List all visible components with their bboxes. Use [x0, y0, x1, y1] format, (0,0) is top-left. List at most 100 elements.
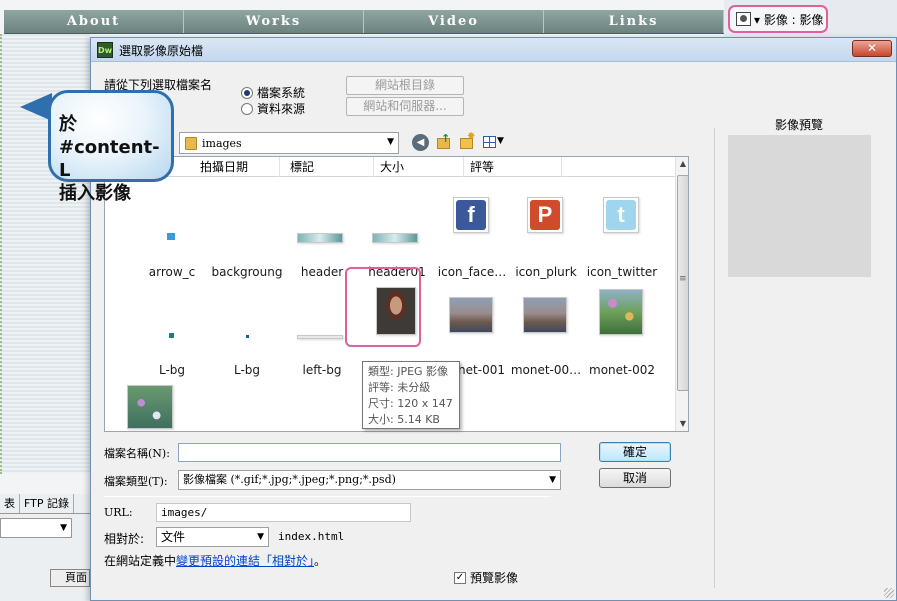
- nav-link-works[interactable]: Works: [184, 10, 364, 33]
- nav-link-about[interactable]: About: [4, 10, 184, 33]
- filetype-label: 檔案類型(T):: [104, 475, 168, 488]
- filename-input[interactable]: [178, 443, 561, 462]
- site-definition-line: 在網站定義中變更預設的連結「相對於」。: [104, 552, 326, 569]
- column-tags[interactable]: 標記: [284, 157, 374, 177]
- tooltip-dimensions: 尺寸: 120 x 147: [368, 397, 453, 410]
- file-item[interactable]: header: [285, 185, 359, 279]
- insert-image-label: ▾ 影像 : 影像: [754, 12, 824, 27]
- chevron-down-icon: ▼: [257, 532, 264, 542]
- facebook-icon: f: [453, 197, 489, 233]
- up-folder-icon[interactable]: ↑: [435, 132, 452, 151]
- file-thumbnail: [449, 297, 493, 333]
- file-thumbnail: [246, 335, 249, 338]
- back-icon[interactable]: ◀: [412, 134, 429, 151]
- panel-select[interactable]: ▼: [0, 518, 72, 538]
- site-root-button[interactable]: 網站根目錄: [346, 76, 464, 95]
- new-folder-icon[interactable]: ✸: [458, 131, 475, 151]
- page-button[interactable]: 頁面: [50, 569, 90, 587]
- annotation-callout: 於#content-L 插入影像: [48, 90, 174, 204]
- nav-link-links[interactable]: Links: [544, 10, 724, 33]
- url-input[interactable]: images/: [156, 503, 411, 522]
- files-panel: 表 FTP 記錄 ▼ 頁面: [0, 494, 90, 601]
- file-thumbnail: [297, 233, 343, 243]
- facebook-glyph: f: [456, 200, 486, 230]
- cancel-button[interactable]: 取消: [599, 468, 671, 488]
- file-item[interactable]: monet-00…: [509, 283, 583, 377]
- file-tooltip: 類型: JPEG 影像 評等: 未分級 尺寸: 120 x 147 大小: 5.…: [362, 361, 460, 429]
- preview-title: 影像預覽: [775, 118, 824, 132]
- file-thumbnail: [167, 233, 175, 240]
- filetype-select[interactable]: 影像檔案 (*.gif;*.jpg;*.jpeg;*.png;*.psd) ▼: [178, 470, 561, 490]
- tab-table[interactable]: 表: [0, 494, 20, 513]
- file-name: icon_twitter: [586, 265, 658, 279]
- filetype-value: 影像檔案 (*.gif;*.jpg;*.jpeg;*.png;*.psd): [183, 473, 396, 486]
- tooltip-type: 類型: JPEG 影像: [368, 365, 449, 378]
- dialog-titlebar[interactable]: Dw 選取影像原始檔 ✕: [91, 38, 896, 62]
- file-item[interactable]: backgroung: [210, 185, 284, 279]
- twitter-glyph: t: [606, 200, 636, 230]
- look-in-select[interactable]: images ▼: [179, 132, 399, 154]
- file-item[interactable]: monet-001: [435, 283, 509, 377]
- file-name: backgroung: [211, 265, 283, 279]
- file-name: L-bg: [158, 363, 186, 377]
- file-item[interactable]: monet-002: [585, 283, 659, 377]
- selected-file-highlight: [345, 267, 421, 347]
- site-def-prefix: 在網站定義中: [104, 554, 177, 568]
- column-rating[interactable]: 評等: [464, 157, 562, 177]
- file-item[interactable]: header01: [360, 185, 434, 279]
- vertical-scrollbar[interactable]: ▲ ▼: [675, 157, 688, 431]
- radio-filesystem-row[interactable]: 檔案系統: [241, 84, 305, 101]
- select-image-source-dialog: Dw 選取影像原始檔 ✕ 請從下列選取檔案名 檔案系統 資料來源 網站根目錄 網…: [90, 37, 897, 601]
- radio-datasource[interactable]: [241, 102, 253, 115]
- insert-image-button[interactable]: ▾ 影像 : 影像: [728, 5, 828, 33]
- file-name: icon_face…: [437, 265, 507, 279]
- scroll-down-icon[interactable]: ▼: [676, 417, 688, 431]
- radio-filesystem[interactable]: [241, 86, 253, 99]
- file-item[interactable]: Picon_plurk: [509, 185, 583, 279]
- file-item[interactable]: t icon_twitter: [585, 185, 659, 279]
- relative-to-select[interactable]: 文件 ▼: [156, 527, 269, 547]
- divider: [104, 496, 551, 497]
- filename-label: 檔案名稱(N):: [104, 447, 170, 460]
- tooltip-rating: 評等: 未分級: [368, 381, 431, 394]
- url-label: URL:: [104, 506, 133, 519]
- file-item[interactable]: …-00…: [127, 379, 209, 431]
- file-name: L-bg: [233, 363, 261, 377]
- resize-grip-icon[interactable]: [884, 588, 894, 598]
- file-name: monet-00…: [510, 363, 582, 377]
- panel-tabs: 表 FTP 記錄: [0, 494, 90, 514]
- close-button[interactable]: ✕: [852, 40, 892, 57]
- ok-button[interactable]: 確定: [599, 442, 671, 462]
- file-thumbnail: [372, 233, 418, 243]
- file-item[interactable]: f icon_face…: [435, 185, 509, 279]
- dreamweaver-icon: Dw: [97, 42, 113, 58]
- relative-to-value: 文件: [161, 530, 186, 544]
- change-default-link[interactable]: 變更預設的連結「相對於」: [176, 554, 314, 568]
- column-header: 拍攝日期 標記 大小 評等: [105, 157, 675, 177]
- scroll-thumb[interactable]: [677, 175, 688, 391]
- site-def-suffix: 。: [314, 554, 327, 568]
- preview-image-label: 預覽影像: [470, 571, 519, 585]
- image-icon: [736, 12, 751, 26]
- plurk-glyph: P: [530, 200, 560, 230]
- file-thumbnail: [127, 385, 173, 429]
- file-thumbnail: [169, 333, 174, 338]
- chevron-down-icon: ▼: [549, 475, 556, 485]
- radio-datasource-row[interactable]: 資料來源: [241, 100, 305, 117]
- preview-image-checkbox[interactable]: ✓: [454, 571, 466, 584]
- relative-label: 相對於:: [104, 532, 145, 546]
- twitter-icon: t: [603, 197, 639, 233]
- preview-image-checkbox-row[interactable]: ✓ 預覽影像: [454, 569, 518, 586]
- column-date[interactable]: 拍攝日期: [194, 157, 280, 177]
- radio-filesystem-label: 檔案系統: [257, 86, 306, 100]
- site-server-button[interactable]: 網站和伺服器...: [346, 97, 464, 116]
- file-thumbnail: [599, 289, 643, 335]
- tab-ftp-log[interactable]: FTP 記錄: [20, 494, 74, 513]
- column-size[interactable]: 大小: [374, 157, 464, 177]
- scroll-up-icon[interactable]: ▲: [676, 157, 688, 171]
- nav-link-video[interactable]: Video: [364, 10, 544, 33]
- views-menu-icon[interactable]: ▼: [483, 134, 505, 151]
- file-thumbnail: [297, 335, 343, 339]
- file-item[interactable]: L-bg: [135, 283, 209, 377]
- file-item[interactable]: L-bg: [210, 283, 284, 377]
